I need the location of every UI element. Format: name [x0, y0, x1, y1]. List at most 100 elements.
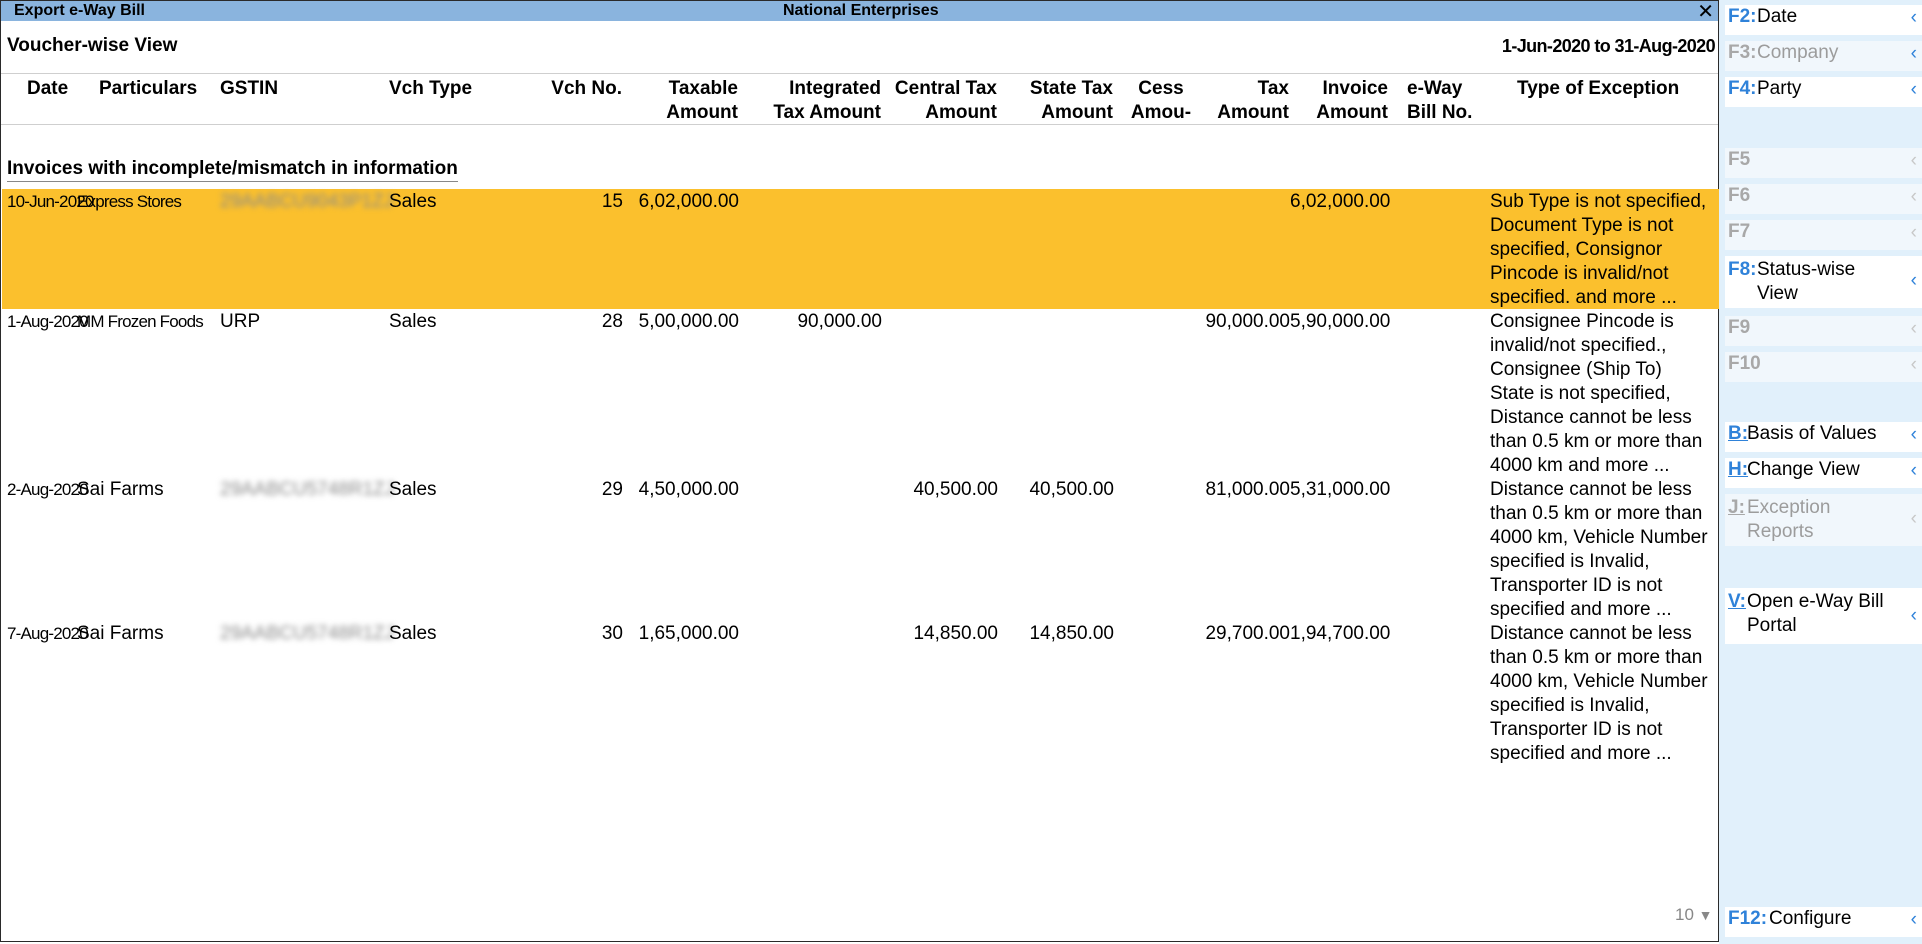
- report-period: 1-Jun-2020 to 31-Aug-2020: [1501, 36, 1716, 56]
- chevron-left-icon: ‹: [1910, 460, 1917, 481]
- f7-button[interactable]: F7 ‹: [1725, 220, 1922, 250]
- cell-invoice-amount: 6,02,000.00: [1290, 191, 1391, 212]
- header-divider-bottom: [1, 124, 1718, 125]
- cell-state-tax: 14,850.00: [1029, 623, 1114, 644]
- chevron-left-icon: ‹: [1910, 186, 1917, 207]
- f8-label: Status-wise View: [1757, 259, 1856, 304]
- f8-key: F8:: [1728, 259, 1757, 280]
- col-header-central-tax: Central Tax Amount: [894, 78, 997, 123]
- cell-particulars: Sai Farms: [77, 623, 164, 644]
- company-name: National Enterprises: [783, 2, 939, 19]
- button-bar: F2: Date ‹ F3: Company ‹ F4: Party ‹ F5 …: [1719, 0, 1922, 944]
- cell-vch-type: Sales: [389, 623, 437, 644]
- table-row[interactable]: 2-Aug-2020 Sai Farms 29AABCU5748R1ZJ Sal…: [2, 477, 1719, 621]
- f7-key: F7: [1728, 221, 1751, 242]
- chevron-left-icon: ‹: [1910, 270, 1917, 291]
- col-header-cess-amount: Cess Amou-: [1130, 78, 1192, 123]
- cell-taxable-amount: 1,65,000.00: [638, 623, 739, 644]
- cell-particulars: MM Frozen Foods: [77, 312, 204, 331]
- table-row[interactable]: 7-Aug-2020 Sai Farms 29AABCU5748R1ZJ Sal…: [2, 621, 1719, 769]
- f10-button[interactable]: F10 ‹: [1725, 352, 1922, 382]
- f12-configure-button[interactable]: F12: Configure ‹: [1725, 907, 1922, 937]
- chevron-left-icon: ‹: [1910, 909, 1917, 930]
- page-indicator[interactable]: 10 ▼: [1675, 905, 1713, 925]
- cell-central-tax: 40,500.00: [913, 479, 998, 500]
- cell-date: 2-Aug-2020: [7, 480, 89, 499]
- col-header-vch-type: Vch Type: [389, 78, 473, 99]
- open-eway-bill-portal-button[interactable]: V: Open e-Way Bill Portal ‹: [1725, 588, 1922, 644]
- h-key: H:: [1728, 459, 1749, 480]
- chevron-left-icon: ‹: [1910, 424, 1917, 445]
- col-header-tax-amount: Tax Amount: [1217, 78, 1289, 123]
- chevron-left-icon: ‹: [1910, 43, 1917, 64]
- cell-particulars: Sai Farms: [77, 479, 164, 500]
- change-view-button[interactable]: H: Change View ‹: [1725, 458, 1922, 488]
- f5-key: F5: [1728, 149, 1751, 170]
- f6-button[interactable]: F6 ‹: [1725, 184, 1922, 214]
- cell-exception: Sub Type is not specified, Document Type…: [1490, 191, 1707, 308]
- f12-key: F12:: [1728, 908, 1768, 929]
- cell-vch-no: 29: [601, 479, 623, 500]
- v-key: V:: [1728, 591, 1746, 612]
- cell-exception: Distance cannot be less than 0.5 km or m…: [1490, 479, 1708, 620]
- cell-invoice-amount: 5,31,000.00: [1290, 479, 1391, 500]
- f12-label: Configure: [1769, 908, 1852, 929]
- f3-company-button[interactable]: F3: Company ‹: [1725, 41, 1922, 71]
- chevron-left-icon: ‹: [1910, 605, 1917, 626]
- basis-of-values-button[interactable]: B: Basis of Values ‹: [1725, 422, 1922, 452]
- cell-gstin: 29AABCU5748R1ZJ: [220, 623, 395, 644]
- f5-button[interactable]: F5 ‹: [1725, 148, 1922, 178]
- cell-vch-type: Sales: [389, 191, 437, 212]
- f6-key: F6: [1728, 185, 1751, 206]
- cell-exception: Consignee Pincode is invalid/not specifi…: [1490, 311, 1703, 476]
- f4-party-button[interactable]: F4: Party ‹: [1725, 77, 1922, 107]
- chevron-left-icon: ‹: [1910, 79, 1917, 100]
- f8-status-wise-view-button[interactable]: F8: Status-wise View ‹: [1725, 256, 1922, 308]
- close-icon[interactable]: ✕: [1697, 0, 1714, 24]
- f2-key: F2:: [1728, 6, 1757, 27]
- cell-gstin: 29AABCU5748R1ZJ: [220, 479, 395, 500]
- f10-key: F10: [1728, 353, 1761, 374]
- cell-central-tax: 14,850.00: [913, 623, 998, 644]
- cell-vch-no: 28: [601, 311, 623, 332]
- exception-reports-button[interactable]: J: Exception Reports ‹: [1725, 494, 1922, 546]
- f4-key: F4:: [1728, 78, 1757, 99]
- cell-date: 7-Aug-2020: [7, 624, 89, 643]
- cell-tax-amount: 90,000.00: [1205, 311, 1290, 332]
- f4-label: Party: [1757, 78, 1802, 99]
- col-header-invoice-amount: Invoice Amount: [1316, 78, 1388, 123]
- cell-invoice-amount: 5,90,000.00: [1290, 311, 1391, 332]
- col-header-state-tax: State Tax Amount: [1029, 78, 1113, 123]
- f2-label: Date: [1757, 6, 1798, 27]
- col-header-date: Date: [27, 78, 69, 99]
- exception-reports-label: Exception Reports: [1747, 497, 1831, 542]
- cell-gstin: URP: [220, 311, 261, 332]
- cell-integrated-tax: 90,000.00: [797, 311, 882, 332]
- cell-date: 1-Aug-2020: [7, 312, 89, 331]
- f9-key: F9: [1728, 317, 1751, 338]
- col-header-vch-no: Vch No.: [551, 78, 622, 99]
- col-header-taxable-amount: Taxable Amount: [666, 78, 738, 123]
- report-title: Voucher-wise View: [7, 35, 178, 56]
- table-row[interactable]: 1-Aug-2020 MM Frozen Foods URP Sales 28 …: [2, 309, 1719, 477]
- cell-taxable-amount: 6,02,000.00: [638, 191, 739, 212]
- report-window: Export e-Way Bill National Enterprises ✕…: [0, 0, 1719, 942]
- change-view-label: Change View: [1747, 459, 1860, 480]
- open-eway-bill-portal-label: Open e-Way Bill Portal: [1747, 591, 1884, 636]
- col-header-type-of-exception: Type of Exception: [1517, 78, 1680, 99]
- f9-button[interactable]: F9 ‹: [1725, 316, 1922, 346]
- cell-vch-no: 15: [601, 191, 623, 212]
- chevron-left-icon: ‹: [1910, 354, 1917, 375]
- cell-exception: Distance cannot be less than 0.5 km or m…: [1490, 623, 1708, 764]
- col-header-eway-bill-no: e-Way Bill No.: [1407, 78, 1473, 123]
- cell-state-tax: 40,500.00: [1029, 479, 1114, 500]
- cell-invoice-amount: 1,94,700.00: [1290, 623, 1391, 644]
- cell-taxable-amount: 5,00,000.00: [638, 311, 739, 332]
- chevron-left-icon: ‹: [1910, 508, 1917, 529]
- j-key: J:: [1728, 497, 1745, 518]
- cell-vch-type: Sales: [389, 311, 437, 332]
- f2-date-button[interactable]: F2: Date ‹: [1725, 5, 1922, 35]
- header-divider-top: [1, 73, 1718, 74]
- chevron-left-icon: ‹: [1910, 318, 1917, 339]
- table-row[interactable]: 10-Jun-2020 Express Stores 29AABCU9043P1…: [2, 189, 1719, 309]
